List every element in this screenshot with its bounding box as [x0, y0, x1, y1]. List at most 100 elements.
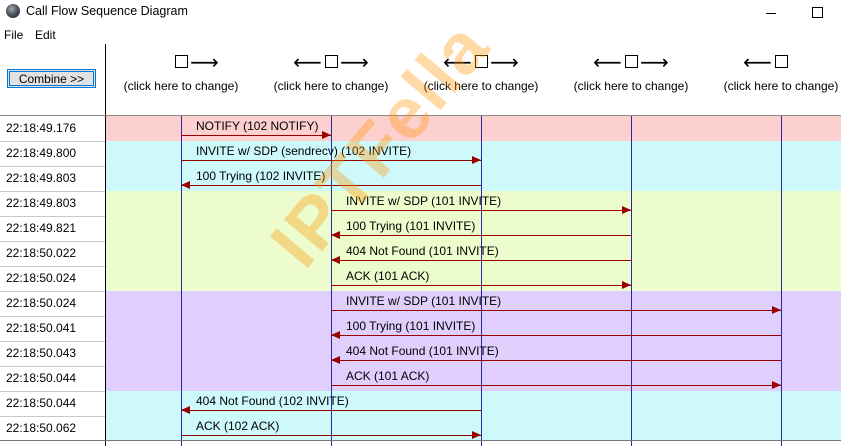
- message-label: 404 Not Found (101 INVITE): [346, 244, 499, 258]
- message-line: [181, 185, 481, 186]
- sip-message[interactable]: NOTIFY (102 NOTIFY): [181, 116, 331, 141]
- row-timestamp: 22:18:50.044: [6, 371, 77, 385]
- row-divider: [0, 341, 105, 342]
- endpoint-symbols: ⟵: [716, 50, 841, 76]
- row-divider: [0, 141, 105, 142]
- left-arrow-icon: ⟵: [443, 52, 472, 74]
- row-divider: [0, 241, 105, 242]
- message-line: [331, 385, 781, 386]
- row-timestamp: 22:18:50.041: [6, 321, 77, 335]
- endpoint-header-1[interactable]: ⟶ (click here to change): [116, 50, 246, 93]
- bottom-border: [0, 440, 841, 441]
- message-line: [181, 435, 481, 436]
- sip-message[interactable]: 404 Not Found (101 INVITE): [331, 341, 781, 366]
- menu-edit[interactable]: Edit: [35, 28, 56, 42]
- right-arrow-icon: ⟶: [190, 52, 219, 74]
- lifeline-4: [631, 116, 632, 446]
- sip-message[interactable]: INVITE w/ SDP (101 INVITE): [331, 291, 781, 316]
- sip-message[interactable]: INVITE w/ SDP (101 INVITE): [331, 191, 631, 216]
- arrow-right-icon: [322, 131, 331, 139]
- row-divider: [0, 191, 105, 192]
- arrow-left-icon: [331, 256, 340, 264]
- endpoint-change-label[interactable]: (click here to change): [116, 79, 246, 93]
- row-divider: [0, 216, 105, 217]
- menu-bar: File Edit: [0, 26, 841, 44]
- sip-message[interactable]: ACK (101 ACK): [331, 366, 781, 391]
- left-arrow-icon: ⟵: [743, 52, 772, 74]
- row-timestamp: 22:18:49.803: [6, 171, 77, 185]
- endpoint-header-3[interactable]: ⟵ ⟶ (click here to change): [416, 50, 546, 93]
- row-divider: [0, 316, 105, 317]
- endpoint-change-label[interactable]: (click here to change): [416, 79, 546, 93]
- arrow-left-icon: [331, 356, 340, 364]
- table-row[interactable]: 22:18:49.176: [0, 116, 841, 141]
- sip-message[interactable]: 100 Trying (102 INVITE): [181, 166, 481, 191]
- arrow-left-icon: [331, 331, 340, 339]
- minimize-button[interactable]: [748, 0, 794, 24]
- arrow-right-icon: [622, 206, 631, 214]
- sip-message[interactable]: 100 Trying (101 INVITE): [331, 316, 781, 341]
- endpoint-change-label[interactable]: (click here to change): [716, 79, 841, 93]
- row-divider: [0, 291, 105, 292]
- sip-message[interactable]: ACK (101 ACK): [331, 266, 631, 291]
- sip-message[interactable]: 100 Trying (101 INVITE): [331, 216, 631, 241]
- arrow-right-icon: [772, 306, 781, 314]
- row-divider: [0, 166, 105, 167]
- message-label: 100 Trying (101 INVITE): [346, 219, 476, 233]
- arrow-right-icon: [472, 431, 481, 439]
- endpoint-header-5[interactable]: ⟵ (click here to change): [716, 50, 841, 93]
- endpoint-change-label[interactable]: (click here to change): [266, 79, 396, 93]
- sip-message[interactable]: ACK (102 ACK): [181, 416, 481, 441]
- row-timestamp: 22:18:50.022: [6, 246, 77, 260]
- lifeline-5: [781, 116, 782, 446]
- maximize-icon: [811, 6, 823, 18]
- endpoint-symbols: ⟶: [116, 50, 246, 76]
- row-divider: [0, 266, 105, 267]
- endpoint-symbols: ⟵ ⟶: [416, 50, 546, 76]
- row-divider: [0, 391, 105, 392]
- message-label: 404 Not Found (102 INVITE): [196, 394, 349, 408]
- message-line: [331, 235, 631, 236]
- sip-message[interactable]: 404 Not Found (102 INVITE): [181, 391, 481, 416]
- endpoint-checkbox-icon: [324, 55, 338, 69]
- message-label: INVITE w/ SDP (sendrecv) (102 INVITE): [196, 144, 412, 158]
- row-timestamp: 22:18:50.043: [6, 346, 77, 360]
- app-globe-icon: [6, 4, 20, 18]
- message-label: INVITE w/ SDP (101 INVITE): [346, 194, 502, 208]
- window-title: Call Flow Sequence Diagram: [26, 4, 188, 18]
- endpoint-change-label[interactable]: (click here to change): [566, 79, 696, 93]
- message-line: [181, 160, 481, 161]
- arrow-right-icon: [622, 281, 631, 289]
- endpoint-header-2[interactable]: ⟵ ⟶ (click here to change): [266, 50, 396, 93]
- maximize-button[interactable]: [794, 0, 840, 24]
- row-timestamp: 22:18:50.062: [6, 421, 77, 435]
- row-timestamp: 22:18:50.024: [6, 296, 77, 310]
- message-line: [331, 360, 781, 361]
- arrow-left-icon: [181, 406, 190, 414]
- arrow-right-icon: [772, 381, 781, 389]
- message-label: ACK (101 ACK): [346, 269, 430, 283]
- message-label: ACK (101 ACK): [346, 369, 430, 383]
- sip-message[interactable]: INVITE w/ SDP (sendrecv) (102 INVITE): [181, 141, 481, 166]
- right-arrow-icon: ⟶: [340, 52, 369, 74]
- endpoint-symbols: ⟵ ⟶: [266, 50, 396, 76]
- message-line: [331, 310, 781, 311]
- message-label: 100 Trying (101 INVITE): [346, 319, 476, 333]
- message-label: NOTIFY (102 NOTIFY): [196, 119, 319, 133]
- left-arrow-icon: ⟵: [293, 52, 322, 74]
- row-timestamp: 22:18:49.821: [6, 221, 77, 235]
- message-label: 404 Not Found (101 INVITE): [346, 344, 499, 358]
- row-divider: [0, 366, 105, 367]
- menu-file[interactable]: File: [4, 28, 23, 42]
- row-divider: [0, 416, 105, 417]
- row-timestamp: 22:18:49.800: [6, 146, 77, 160]
- sip-message[interactable]: 404 Not Found (101 INVITE): [331, 241, 631, 266]
- row-timestamp: 22:18:49.803: [6, 196, 77, 210]
- row-timestamp: 22:18:49.176: [6, 121, 77, 135]
- endpoint-symbols: ⟵ ⟶: [566, 50, 696, 76]
- combine-button[interactable]: Combine >>: [7, 69, 96, 88]
- right-arrow-icon: ⟶: [490, 52, 519, 74]
- endpoint-checkbox-icon: [474, 55, 488, 69]
- endpoint-header-4[interactable]: ⟵ ⟶ (click here to change): [566, 50, 696, 93]
- row-timestamp: 22:18:50.024: [6, 271, 77, 285]
